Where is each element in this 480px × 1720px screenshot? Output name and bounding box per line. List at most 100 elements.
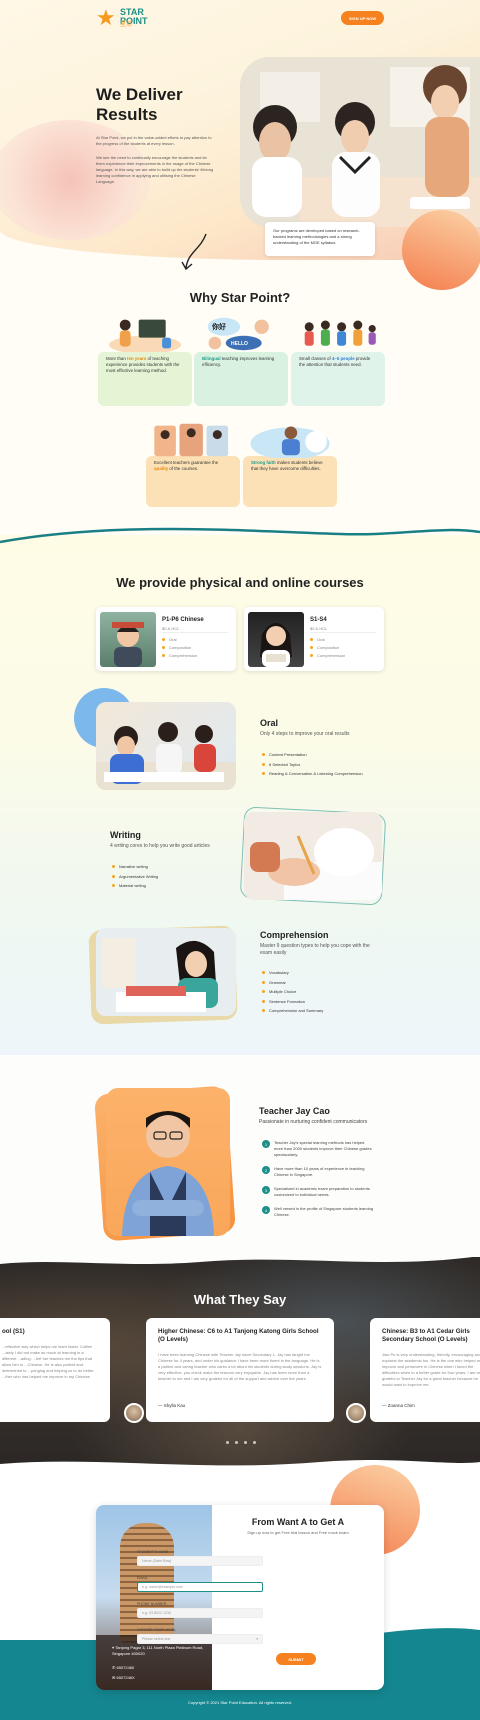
list-item-label: Comprehension [169,653,198,658]
course-bullet-list: Oral Composition Comprehension [310,636,345,660]
list-item: Sentence Formation [262,997,323,1007]
copyright-text: Copyright © 2021 Star Point Education. A… [188,1700,292,1705]
submit-button[interactable]: SUBMIT [276,1653,316,1665]
carousel-dot[interactable] [235,1441,238,1444]
testimonial-body: ...effective way which helps me learn fa… [2,1344,95,1379]
list-item: Vocabulary [262,968,323,978]
why-card-text: More than [106,356,127,361]
avatar [124,1403,144,1423]
carousel-dot[interactable] [253,1441,256,1444]
writing-subtitle: 4 writing cores to help you write good a… [110,843,210,849]
testimonial-card: Chinese: B3 to A1 Cedar Girls Secondary … [370,1318,480,1422]
teacher-point-text: Specialized in academic exam preparation… [274,1186,370,1197]
email-row[interactable]: ✉ 6507246X [112,1675,212,1681]
why-card-highlight: ten years [127,356,147,361]
hero-photo [240,57,480,227]
address-row: ⌖ Tanjong Pagar 3, 111 North Plaza Plati… [112,1645,212,1657]
testimonial-author: — Shylla Kao [158,1403,186,1408]
curved-arrow-icon [181,233,207,271]
oral-title: Oral [260,718,279,728]
girl-studying-photo [96,928,236,1016]
list-item: Narrative writing [112,862,158,872]
phone-field[interactable]: e.g. 93 8012 1234 [137,1608,263,1618]
list-item: Oral [310,636,345,644]
list-item: Content Presentation [262,750,363,760]
hero-paragraph-2: We see the need to continually encourage… [96,155,214,184]
page: ★ STAR POINT 星点 SIGN UP NOW We Deliver R… [0,0,480,1720]
english-greeting-bubble: HELLO [231,341,248,347]
bullet-dot [262,999,265,1003]
testimonials-top-wave [0,1252,480,1264]
courses-section-background [0,535,480,1055]
comprehension-list: Vocabulary Grammar Multiple Choice Sente… [262,968,323,1016]
list-item: Composition [310,644,345,652]
course-subtitle: $0 & HCL [310,626,328,631]
testimonial-body: I have been learning Chinese with Teache… [158,1352,322,1381]
step-number-badge: 4 [262,1206,270,1214]
logo[interactable]: ★ STAR POINT 星点 [96,5,160,31]
email-field-label: EMAIL [137,1576,148,1580]
teacher-tagline: Passionate in nurturing confident commun… [259,1119,368,1125]
avatar [346,1403,366,1423]
bullet-dot [262,772,265,776]
teacher-section-background [0,1055,480,1260]
level-select[interactable]: Please select one ▾ [137,1634,263,1644]
bullet-dot [262,762,265,766]
carousel-dot[interactable] [244,1441,247,1444]
why-card-experience: More than ten years of teaching experien… [98,316,192,406]
why-card-faith: Strong faith makes students believe that… [243,422,337,507]
list-item-label: Material writing [119,883,146,888]
email-field[interactable]: e.g. name@example.com [137,1582,263,1592]
teacher-blackboard-illustration [109,319,181,352]
comprehension-photo [96,928,236,1016]
why-card-text: of the courses. [168,466,199,471]
building-photo: ⌖ Tanjong Pagar 3, 111 North Plaza Plati… [96,1505,212,1690]
bullet-dot [262,1009,265,1013]
course-card-primary[interactable]: P1-P6 Chinese $0 & HCL Oral Composition … [96,607,236,671]
list-item-label: Grammar [269,979,286,985]
teal-wave-divider [0,527,480,544]
signup-button[interactable]: SIGN UP NOW [341,11,384,25]
course-card-secondary[interactable]: S1-S4 $0 & HCL Oral Composition Comprehe… [244,607,384,671]
list-item-label: 6 Selected Topics [269,761,301,767]
writing-list: Narrative writing Argumentative Writing … [112,862,158,891]
decorative-orange-circle [402,210,480,290]
contact-form-subtitle: Sign up now to get Free trial lesson and… [247,1530,349,1535]
boy-reading-photo [112,622,144,667]
bullet-dot [262,971,265,975]
name-field[interactable]: Name (Sabe Bow) [137,1556,263,1566]
header: ★ STAR POINT 星点 SIGN UP NOW [0,0,480,36]
phone-row[interactable]: ✆ 65072460 [112,1665,212,1671]
why-section-title: Why Star Point? [189,290,291,305]
testimonial-title: Higher Chinese: C6 to A1 Tanjong Katong … [158,1328,319,1343]
logo-sub-text: 星点 [120,22,133,28]
list-item: Comprehension and Summary [262,1006,323,1016]
list-item: Multiple Choice [262,987,323,997]
step-number-badge: 2 [262,1166,270,1174]
why-card-text-box: Strong faith makes students believe that… [243,456,337,507]
bullet-dot [162,638,165,642]
carousel-dots [221,1441,261,1447]
why-card-small-classes: Small classes of 4–5 people provide the … [291,316,385,406]
teacher-point-text: Well versed in the profile of Singapore … [274,1206,374,1217]
hand-writing-photo [244,812,382,900]
phone-field-label: PHONE NUMBER [137,1602,167,1606]
bullet-dot [112,865,115,869]
bullet-dot [112,884,115,888]
star-logo-icon: ★ [96,5,116,30]
list-item-label: Content Presentation [269,752,307,757]
testimonials-bottom-wave [0,1460,480,1474]
why-card-highlight: 4–5 people [331,356,355,361]
course-name: S1-S4 [310,617,327,623]
testimonial-card: ool (S1) ...effective way which helps me… [0,1318,110,1422]
comprehension-title: Comprehension [260,930,329,940]
bullet-dot [262,753,265,757]
list-item-label: Oral [169,637,177,642]
bullet-dot [112,874,115,878]
list-item-label: Reading & Conversation & Listening Compr… [269,771,363,776]
carousel-dot[interactable] [226,1441,229,1444]
list-item-label: Oral [317,637,325,642]
students-group-illustration [304,320,376,346]
divider [162,632,228,633]
bullet-dot [310,638,313,642]
